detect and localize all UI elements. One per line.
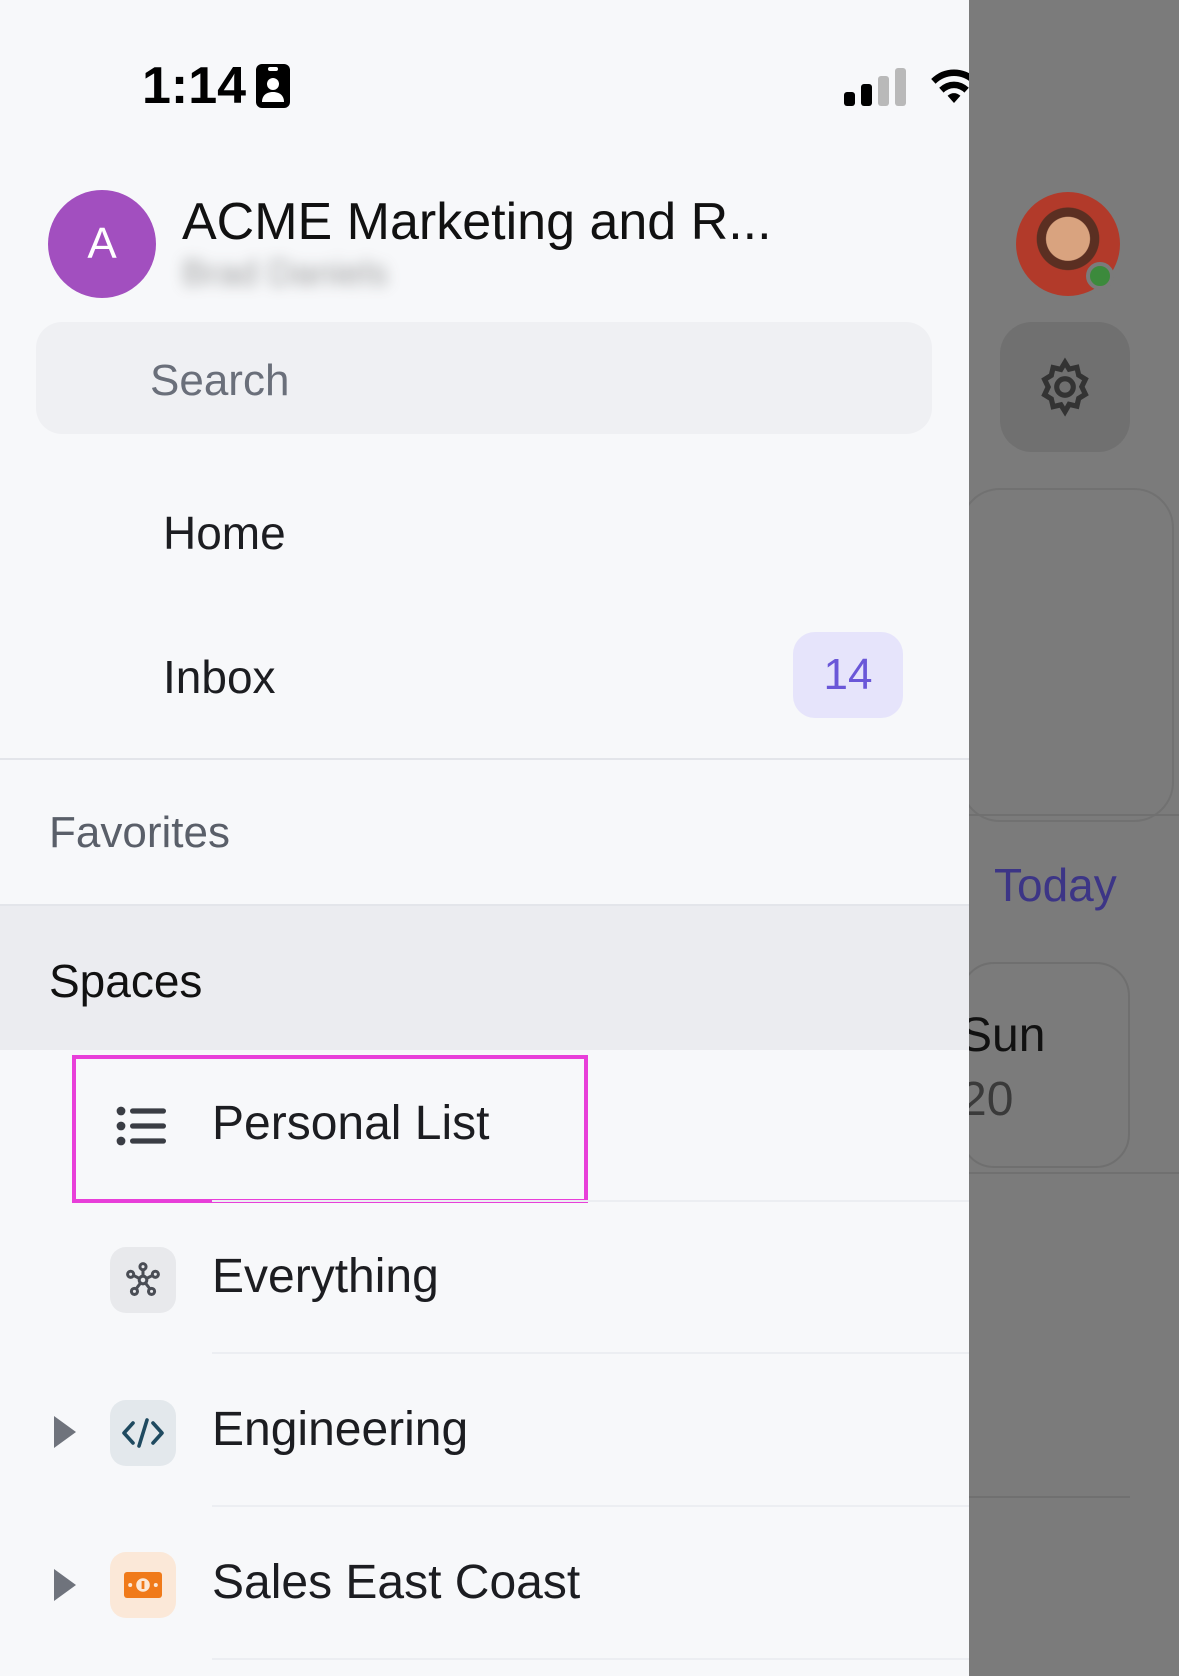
- workspace-user-name: Brad Daniels: [182, 252, 389, 293]
- spaces-section-header[interactable]: Spaces: [0, 906, 969, 1050]
- search-input[interactable]: Search: [36, 322, 932, 434]
- code-icon: [110, 1400, 176, 1466]
- money-icon: [110, 1552, 176, 1618]
- search-placeholder: Search: [150, 356, 290, 405]
- nav-home[interactable]: Home: [163, 506, 286, 560]
- wifi-icon: [931, 69, 969, 103]
- status-time: 1:14: [142, 56, 291, 116]
- contact-card-icon: [256, 64, 291, 108]
- divider: [0, 758, 969, 760]
- favorites-section-header[interactable]: Favorites: [49, 808, 230, 858]
- workspace-avatar[interactable]: A: [48, 190, 156, 298]
- day-card: [960, 962, 1130, 1168]
- cellular-signal-icon: [844, 66, 906, 106]
- everything-icon: [110, 1247, 176, 1313]
- online-status-dot: [1086, 262, 1114, 290]
- divider: [960, 1496, 1130, 1498]
- space-item-label: Everything: [212, 1250, 439, 1303]
- space-item-label: Sales East Coast: [212, 1556, 581, 1609]
- settings-button: [1000, 322, 1130, 452]
- divider: [212, 1505, 969, 1507]
- divider: [960, 1172, 1179, 1174]
- inbox-count-badge: 14: [793, 632, 903, 718]
- time-text: 1:14: [142, 57, 247, 115]
- divider: [212, 1352, 969, 1354]
- status-icons: 54: [844, 66, 969, 106]
- gear-icon: [1041, 357, 1089, 417]
- day-name: Sun: [960, 1009, 1046, 1062]
- nav-inbox[interactable]: Inbox: [163, 650, 276, 704]
- divider: [212, 1200, 969, 1202]
- space-item-label: Engineering: [212, 1403, 469, 1456]
- selection-highlight: [72, 1055, 588, 1203]
- workspace-name[interactable]: ACME Marketing and R...: [182, 192, 772, 252]
- divider: [212, 1658, 969, 1660]
- background-card: [960, 488, 1174, 822]
- divider: [960, 814, 1179, 816]
- side-drawer: 1:14 54 A ACME Marketing and R... Brad D…: [0, 0, 969, 1676]
- expand-caret-icon[interactable]: [54, 1569, 76, 1601]
- spaces-label: Spaces: [49, 955, 203, 1007]
- expand-caret-icon[interactable]: [54, 1416, 76, 1448]
- today-button: Today: [994, 859, 1117, 911]
